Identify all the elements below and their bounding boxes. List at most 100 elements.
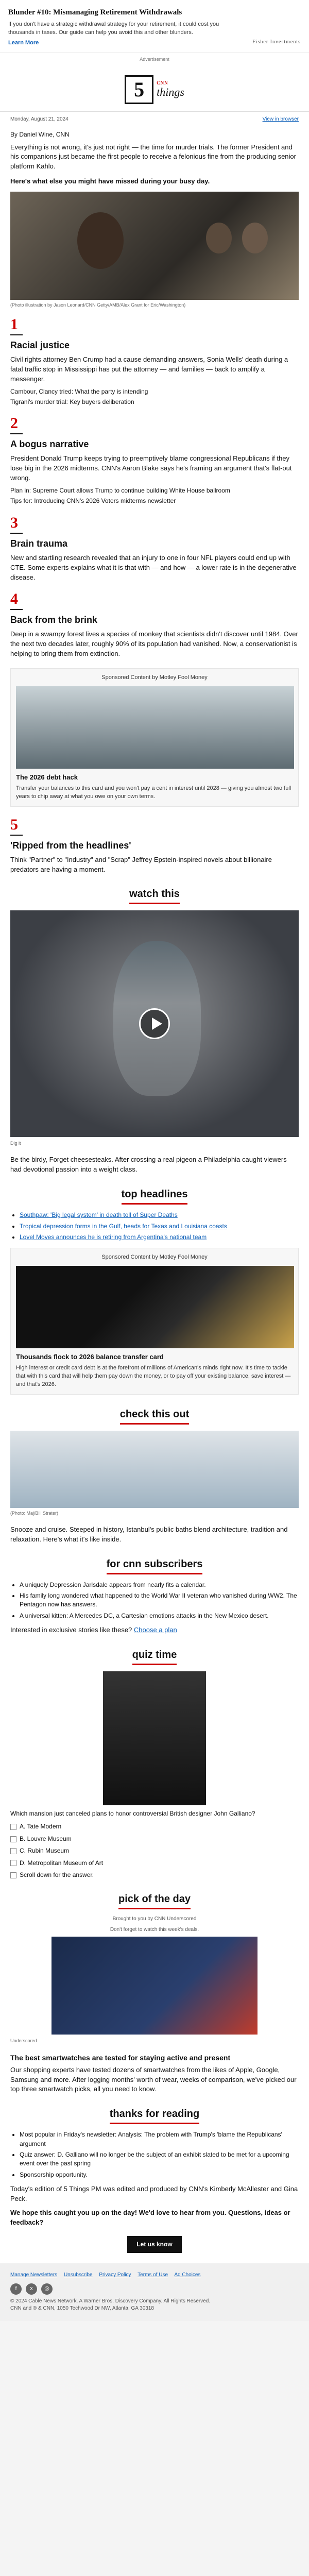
section-title: watch this (129, 887, 180, 905)
checkbox-icon[interactable] (10, 1860, 16, 1867)
story-title: A bogus narrative (10, 439, 89, 450)
subscriber-item[interactable]: His family long wondered what happened t… (20, 1591, 299, 1609)
story-bullets: Cambour, Clancy tried: What the party is… (10, 387, 299, 407)
sponsored-title[interactable]: Thousands flock to 2026 balance transfer… (16, 1352, 293, 1362)
thanks-item[interactable]: Sponsorship opportunity. (20, 2171, 299, 2179)
divider (10, 433, 23, 435)
quiz-image (103, 1671, 206, 1806)
footer-link[interactable]: Unsubscribe (64, 2272, 93, 2278)
sponsored-label: Sponsored Content by Motley Fool Money (101, 674, 208, 681)
section-title: check this out (119, 1407, 190, 1425)
bathhouse-image[interactable] (10, 1430, 299, 1508)
thanks-item[interactable]: Most popular in Friday's newsletter: Ana… (20, 2130, 299, 2148)
pick-title[interactable]: The best smartwatches are tested for sta… (10, 2053, 299, 2063)
story-bullet[interactable]: Tips for: Introducing CNN's 2026 Voters … (10, 497, 299, 505)
story-title: 'Ripped from the headlines' (10, 840, 131, 851)
footer-link[interactable]: Privacy Policy (99, 2272, 131, 2278)
thanks-text[interactable]: Most popular in Friday's newsletter: Ana… (20, 2131, 282, 2147)
footer-link[interactable]: Manage Newsletters (10, 2272, 57, 2278)
intro-text: Everything is not wrong, it's just not r… (10, 143, 296, 171)
cta-text: We hope this caught you up on the day! W… (10, 2208, 290, 2226)
quiz-option[interactable]: A. Tate Modern (10, 1822, 299, 1831)
masthead: 5 CNN things (0, 66, 309, 112)
instagram-icon[interactable]: ◎ (41, 2283, 53, 2295)
bullet-text[interactable]: Cambour, Clancy tried: What the party is… (10, 388, 148, 395)
image-caption: (Photo: Maj/Bill Strater) (10, 1510, 59, 1516)
video-description: Be the birdy, Forget cheesesteaks. After… (10, 1156, 287, 1174)
pick-sponsor: Brought to you by CNN Underscored (112, 1916, 197, 1922)
story-number: 2 (10, 415, 18, 432)
bullet-text[interactable]: Plan in: Supreme Court allows Trump to c… (10, 487, 230, 494)
view-in-browser-link[interactable]: View in browser (263, 116, 299, 124)
headline-item[interactable]: Lovel Moves announces he is retiring fro… (20, 1233, 299, 1242)
sponsored-block-1[interactable]: Sponsored Content by Motley Fool Money T… (10, 668, 299, 807)
checkbox-icon[interactable] (10, 1836, 16, 1842)
social-icons: f x ◎ (10, 2283, 299, 2295)
quiz-option[interactable]: B. Louvre Museum (10, 1835, 299, 1843)
sponsored-block-2[interactable]: Sponsored Content by Motley Fool Money T… (10, 1248, 299, 1395)
facebook-icon[interactable]: f (10, 2283, 22, 2295)
story-bullet[interactable]: Tigrani's murder trial: Key buyers delib… (10, 398, 299, 406)
quiz-option[interactable]: D. Metropolitan Museum of Art (10, 1859, 299, 1868)
story-title: Racial justice (10, 340, 70, 350)
story-body: Civil rights attorney Ben Crump had a ca… (10, 355, 288, 383)
check-this-out-body: Snooze and cruise. Steeped in history, I… (10, 1525, 288, 1543)
watch-this-heading: watch this (10, 887, 299, 905)
divider (10, 532, 23, 534)
story-number: 3 (10, 514, 18, 531)
headline-link[interactable]: Lovel Moves announces he is retiring fro… (20, 1233, 207, 1241)
hero-figure (242, 222, 268, 253)
play-icon[interactable] (139, 1008, 170, 1040)
story-bullet[interactable]: Plan in: Supreme Court allows Trump to c… (10, 486, 299, 495)
sponsored-body: High interest or credit card debt is at … (16, 1365, 291, 1387)
story-bullet[interactable]: Cambour, Clancy tried: What the party is… (10, 387, 299, 396)
subscriber-item[interactable]: A uniquely Depression Jarlsdale appears … (20, 1581, 299, 1589)
section-title: thanks for reading (109, 2107, 200, 2125)
sponsored-image[interactable] (16, 1266, 294, 1349)
let-us-know-button[interactable]: Let us know (127, 2235, 182, 2253)
headline-link[interactable]: Tropical depression forms in the Gulf, h… (20, 1223, 227, 1230)
footer-link[interactable]: Terms of Use (138, 2272, 168, 2278)
sponsored-image[interactable] (16, 686, 294, 769)
headline-link[interactable]: Southpaw: 'Big legal system' in death to… (20, 1211, 178, 1218)
subscriber-text[interactable]: A uniquely Depression Jarlsdale appears … (20, 1581, 206, 1588)
answer-note-text: Scroll down for the answer. (20, 1871, 94, 1879)
top-ad[interactable]: Blunder #10: Mismanaging Retirement With… (0, 0, 309, 53)
sponsored-body: Transfer your balances to this card and … (16, 785, 291, 800)
headline-item[interactable]: Tropical depression forms in the Gulf, h… (20, 1222, 299, 1231)
smartwatch-image[interactable] (52, 1937, 258, 2035)
sponsored-title[interactable]: The 2026 debt hack (16, 773, 293, 783)
story-body: New and startling research revealed that… (10, 553, 297, 581)
footer-link[interactable]: Ad Choices (174, 2272, 200, 2278)
checkbox-icon (10, 1872, 16, 1878)
thanks-text[interactable]: Sponsorship opportunity. (20, 2171, 88, 2178)
five-things-logo[interactable]: 5 CNN things (125, 75, 184, 104)
sponsored-label: Sponsored Content by Motley Fool Money (101, 1254, 208, 1261)
checkbox-icon[interactable] (10, 1848, 16, 1854)
pick-note: Don't forget to watch this week's deals. (110, 1926, 199, 1933)
bullet-text[interactable]: Tips for: Introducing CNN's 2026 Voters … (10, 497, 176, 504)
checkbox-icon[interactable] (10, 1824, 16, 1831)
subscriber-text[interactable]: His family long wondered what happened t… (20, 1592, 297, 1608)
option-label: B. Louvre Museum (20, 1835, 72, 1842)
issue-date: Monday, August 21, 2024 (10, 116, 68, 122)
section-title: top headlines (121, 1187, 188, 1205)
subscriber-text[interactable]: A universal kitten: A Mercedes DC, a Car… (20, 1612, 269, 1619)
ad-brand-logo: Fisher Investments (252, 39, 301, 45)
cnn-logo: CNN (157, 80, 168, 86)
headline-item[interactable]: Southpaw: 'Big legal system' in death to… (20, 1211, 299, 1219)
x-icon[interactable]: x (26, 2283, 37, 2295)
ad-body: If you don't have a strategic withdrawal… (8, 21, 219, 36)
quiz-option[interactable]: C. Rubin Museum (10, 1846, 299, 1855)
thanks-text[interactable]: Quiz answer: D. Galliano will no longer … (20, 2151, 289, 2167)
thanks-item[interactable]: Quiz answer: D. Galliano will no longer … (20, 2150, 299, 2168)
bullet-text[interactable]: Tigrani's murder trial: Key buyers delib… (10, 398, 134, 405)
ad-title[interactable]: Blunder #10: Mismanaging Retirement With… (8, 7, 301, 19)
video-player[interactable] (10, 910, 299, 1138)
subscriber-item[interactable]: A universal kitten: A Mercedes DC, a Car… (20, 1612, 299, 1620)
choose-plan-link[interactable]: Choose a plan (134, 1626, 177, 1634)
top-headlines-heading: top headlines (10, 1187, 299, 1205)
hero-image[interactable] (10, 191, 299, 300)
logo-text: CNN things (157, 81, 184, 98)
divider (10, 609, 23, 611)
